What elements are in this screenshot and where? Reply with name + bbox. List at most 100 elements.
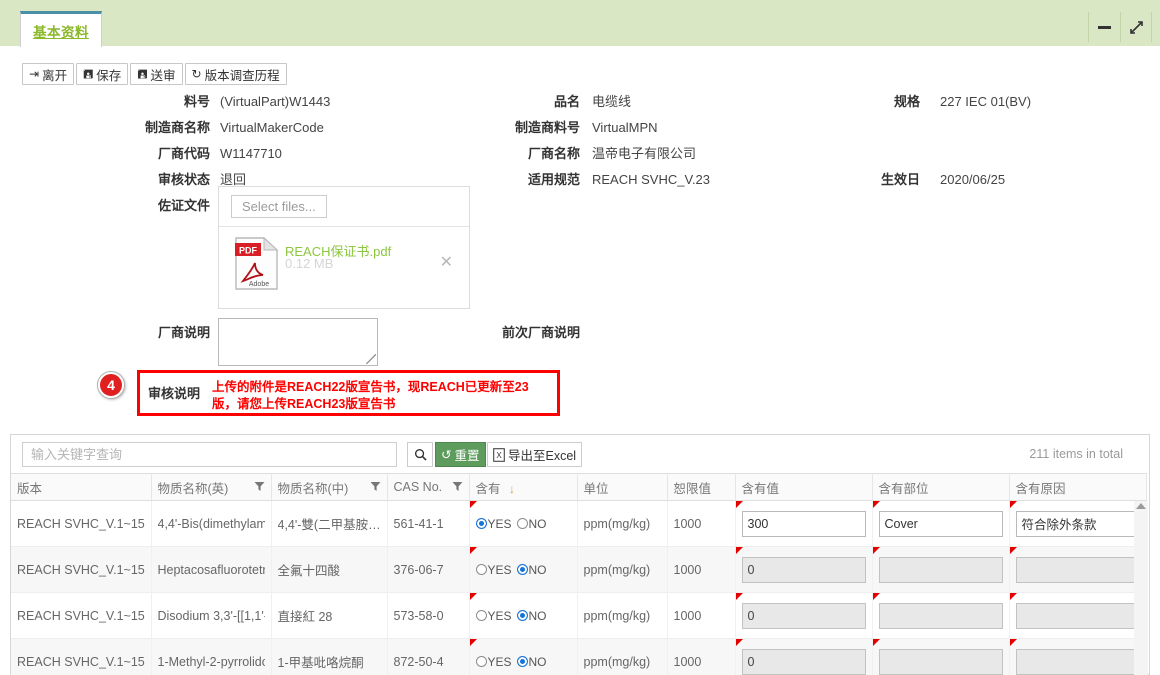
- column-header-name-cn[interactable]: 物质名称(中): [271, 473, 388, 501]
- radio-yes[interactable]: YES: [475, 517, 512, 531]
- cell-contains[interactable]: YES NO: [469, 546, 578, 593]
- maker-note-textarea[interactable]: [218, 318, 378, 366]
- save-button[interactable]: 🖪 保存: [76, 63, 129, 85]
- cell-reason[interactable]: [1009, 546, 1147, 593]
- part-input[interactable]: [878, 602, 1003, 629]
- radio-no[interactable]: NO: [516, 655, 547, 669]
- radio-yes-label: YES: [487, 562, 512, 577]
- column-header-unit[interactable]: 单位: [577, 473, 668, 501]
- cell-contains[interactable]: YES NO: [469, 592, 578, 639]
- version-history-button[interactable]: ↻ 版本调查历程: [184, 63, 287, 85]
- cell-content[interactable]: [735, 638, 873, 675]
- radio-yes[interactable]: YES: [475, 655, 512, 669]
- reason-input[interactable]: [1015, 556, 1140, 583]
- cell-reason[interactable]: [1009, 592, 1147, 639]
- part-input[interactable]: [878, 648, 1003, 675]
- filter-icon[interactable]: [254, 481, 265, 492]
- column-header-part[interactable]: 含有部位: [872, 473, 1010, 501]
- table-row[interactable]: REACH SVHC_V.1~15 4,4'-Bis(dimethylami 4…: [11, 500, 1147, 547]
- part-input[interactable]: [878, 556, 1003, 583]
- export-excel-button[interactable]: X 导出至Excel: [487, 442, 583, 467]
- reset-button[interactable]: ↺ 重置: [435, 442, 486, 467]
- table-vertical-scrollbar[interactable]: [1134, 501, 1148, 675]
- cell-content[interactable]: [735, 546, 873, 593]
- leave-button[interactable]: ⇥ 离开: [22, 63, 75, 85]
- cell-version: REACH SVHC_V.1~15: [11, 546, 152, 593]
- column-header-version-label: 版本: [17, 481, 43, 496]
- content-input[interactable]: [741, 648, 866, 675]
- radio-no-label: NO: [528, 608, 547, 623]
- field-value-maker-part-no: VirtualMPN: [592, 120, 658, 135]
- content-input[interactable]: [741, 510, 866, 537]
- save-icon: 🖪: [83, 67, 94, 81]
- substance-table-head: 版本 物质名称(英) 物质名称(中) CAS No. 含有 ↓ 单位 恕限值 含…: [11, 473, 1147, 501]
- contains-radio-group[interactable]: YES NO: [475, 655, 571, 669]
- cell-unit: ppm(mg/kg): [577, 592, 668, 639]
- column-header-content[interactable]: 含有值: [735, 473, 873, 501]
- table-row[interactable]: REACH SVHC_V.1~15 1-Methyl-2-pyrrolido 1…: [11, 638, 1147, 675]
- column-header-version[interactable]: 版本: [11, 473, 152, 501]
- filter-icon[interactable]: [452, 481, 463, 492]
- select-files-button[interactable]: Select files...: [231, 195, 327, 218]
- remove-file-icon[interactable]: ✕: [440, 255, 453, 271]
- column-header-contains[interactable]: 含有 ↓: [469, 473, 578, 501]
- cell-reason[interactable]: [1009, 638, 1147, 675]
- scroll-up-icon[interactable]: [1136, 503, 1146, 509]
- contains-radio-group[interactable]: YES NO: [475, 608, 571, 623]
- cell-part[interactable]: [872, 500, 1010, 547]
- cell-contains[interactable]: YES NO: [469, 500, 578, 547]
- table-row[interactable]: REACH SVHC_V.1~15 Disodium 3,3'-[[1,1'- …: [11, 592, 1147, 639]
- cell-part[interactable]: [872, 546, 1010, 593]
- minimize-icon: [1098, 25, 1111, 29]
- cell-contains[interactable]: YES NO: [469, 638, 578, 675]
- search-input[interactable]: [22, 442, 397, 467]
- reason-input[interactable]: [1015, 510, 1140, 537]
- cell-reason[interactable]: [1009, 500, 1147, 547]
- part-input[interactable]: [878, 510, 1003, 537]
- table-row[interactable]: REACH SVHC_V.1~15 Heptacosafluorotetr 全氟…: [11, 546, 1147, 593]
- radio-yes[interactable]: YES: [475, 562, 512, 577]
- cell-cas-text: 561-41-1: [393, 516, 444, 531]
- reason-input[interactable]: [1015, 602, 1140, 629]
- cell-content[interactable]: [735, 592, 873, 639]
- tab-basic-info[interactable]: 基本资料: [20, 11, 102, 47]
- reason-input[interactable]: [1015, 648, 1140, 675]
- content-input[interactable]: [741, 602, 866, 629]
- column-header-cas[interactable]: CAS No.: [387, 473, 470, 501]
- radio-no[interactable]: NO: [516, 563, 547, 577]
- contains-radio-group[interactable]: YES NO: [475, 517, 571, 531]
- cell-name-en: Disodium 3,3'-[[1,1'-: [151, 592, 272, 639]
- radio-no[interactable]: NO: [516, 608, 547, 623]
- expand-button[interactable]: [1120, 12, 1152, 42]
- filter-icon[interactable]: [370, 481, 381, 492]
- submit-review-button[interactable]: 🖪 送审: [130, 63, 183, 85]
- basic-info-form: 料号 (VirtualPart)W1443 品名 电缆线 规格 227 IEC …: [0, 92, 1160, 222]
- contains-radio-group[interactable]: YES NO: [475, 562, 571, 577]
- search-button[interactable]: [407, 442, 433, 467]
- cell-limit: 1000: [667, 592, 736, 639]
- cell-content[interactable]: [735, 500, 873, 547]
- sort-descending-icon[interactable]: ↓: [509, 482, 515, 496]
- cell-name-en: 1-Methyl-2-pyrrolido: [151, 638, 272, 675]
- column-header-name-en[interactable]: 物质名称(英): [151, 473, 272, 501]
- field-label-prev-maker-note: 前次厂商说明: [501, 325, 580, 340]
- column-header-reason[interactable]: 含有原因: [1009, 473, 1147, 501]
- cell-part[interactable]: [872, 638, 1010, 675]
- tab-basic-info-label: 基本资料: [33, 24, 89, 40]
- field-value-effective-date: 2020/06/25: [940, 172, 1006, 187]
- search-icon: [414, 448, 427, 461]
- export-excel-button-label: 导出至Excel: [508, 449, 577, 463]
- radio-yes[interactable]: YES: [475, 609, 512, 623]
- field-value-vendor-name: 温帝电子有限公司: [592, 146, 697, 161]
- column-header-name-cn-label: 物质名称(中): [277, 481, 349, 496]
- cell-cas: 872-50-4: [387, 638, 470, 675]
- uploader-header: Select files...: [219, 187, 469, 227]
- cell-name-cn-text: 1-甲基吡咯烷酮: [277, 656, 364, 670]
- content-input[interactable]: [741, 556, 866, 583]
- cell-part[interactable]: [872, 592, 1010, 639]
- resize-grip-icon[interactable]: [366, 354, 376, 364]
- radio-no[interactable]: NO: [516, 517, 547, 531]
- minimize-button[interactable]: [1088, 12, 1120, 42]
- column-header-limit[interactable]: 恕限值: [667, 473, 736, 501]
- cell-cas: 376-06-7: [387, 546, 470, 593]
